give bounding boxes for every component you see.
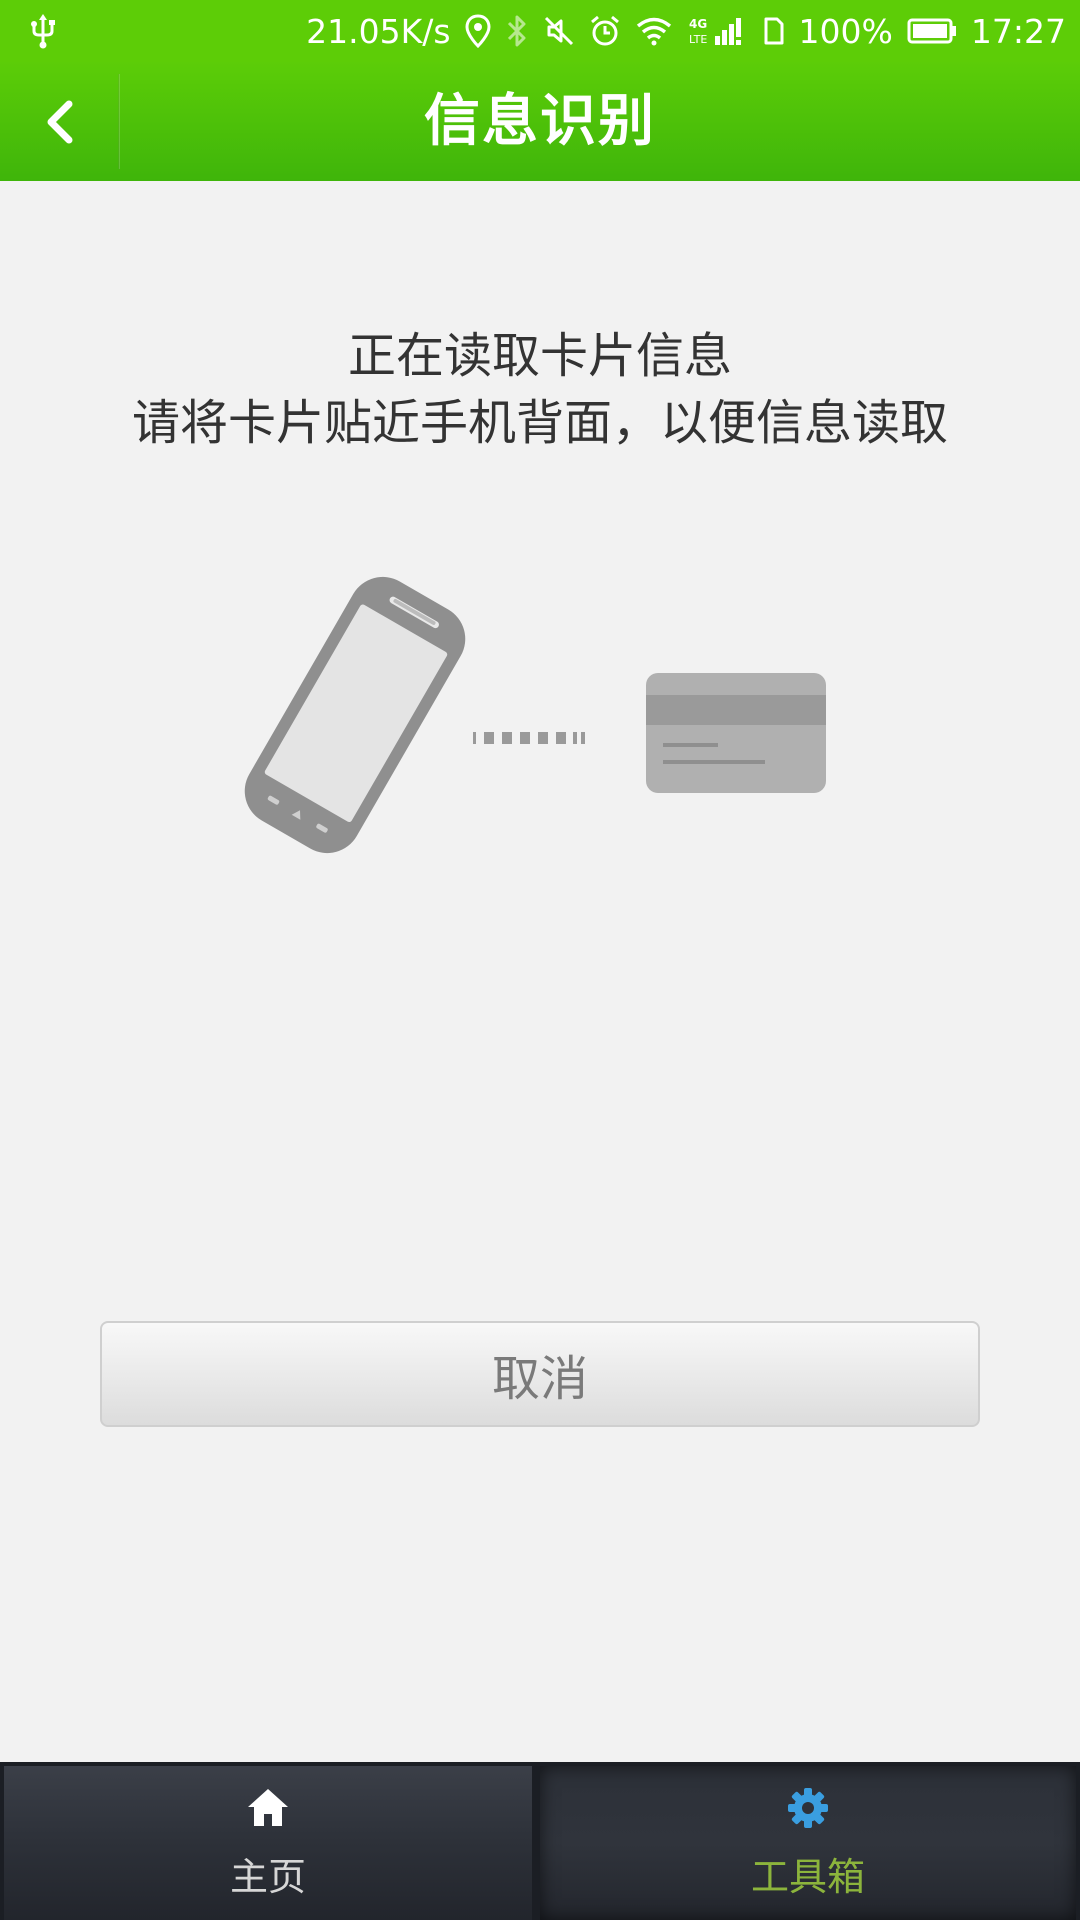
app-header: 信息识别 [0, 62, 1080, 181]
reading-status-text: 正在读取卡片信息 [347, 328, 732, 384]
home-icon [248, 1789, 288, 1826]
chevron-left-icon [47, 100, 73, 143]
sim-icon [764, 17, 784, 45]
bluetooth-icon [507, 15, 526, 47]
clock: 17:27 [970, 11, 1066, 51]
instruction-text: 请将卡片贴近手机背面，以便信息读取 [131, 395, 948, 451]
wifi-icon [636, 17, 671, 46]
cancel-button[interactable]: 取消 [100, 1321, 980, 1427]
back-button[interactable] [0, 62, 118, 181]
status-icons: 21.05K/s 4G LTE 100% 17:27 [306, 0, 1066, 62]
phone-illustration [244, 576, 466, 854]
alarm-icon [590, 15, 619, 46]
tab-toolbox[interactable]: 工具箱 [540, 1766, 1076, 1920]
signal-icon: 4G LTE [689, 17, 741, 46]
svg-text:4G: 4G [689, 17, 707, 31]
connection-dots [473, 732, 585, 744]
nfc-illustration [244, 576, 826, 854]
card-illustration [646, 673, 826, 793]
status-bar: 21.05K/s 4G LTE 100% 17:27 [0, 0, 1080, 62]
screen: 21.05K/s 4G LTE 100% 17:27 信息识别 正在读取卡片信息… [0, 0, 1080, 1920]
page-title: 信息识别 [424, 89, 656, 154]
tab-home[interactable]: 主页 [4, 1766, 532, 1920]
network-speed: 21.05K/s [306, 11, 451, 51]
battery-icon [907, 18, 956, 44]
svg-text:LTE: LTE [689, 33, 707, 46]
gear-icon [788, 1788, 828, 1828]
tab-home-label: 主页 [229, 1855, 306, 1899]
mute-icon [544, 16, 573, 46]
cancel-button-label: 取消 [491, 1351, 588, 1407]
usb-icon [31, 14, 55, 49]
battery-percent: 100% [798, 11, 893, 51]
location-icon [465, 14, 491, 48]
bottom-tab-bar: 主页 工具箱 [0, 1762, 1080, 1920]
tab-toolbox-label: 工具箱 [750, 1855, 865, 1899]
